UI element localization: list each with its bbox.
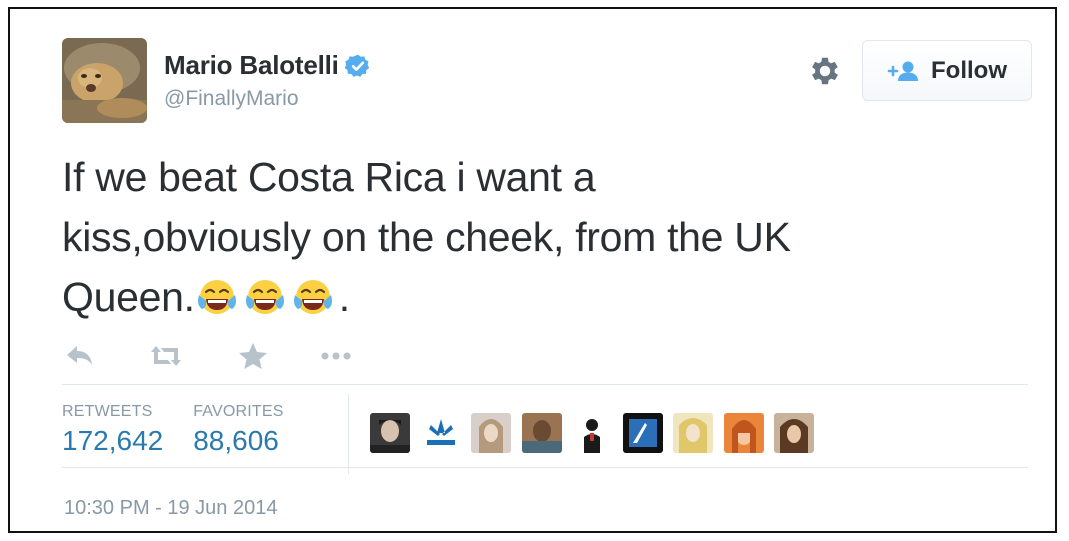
favoriter-avatar[interactable] — [521, 413, 562, 453]
favoriter-avatar[interactable] — [420, 413, 461, 453]
follow-label: Follow — [931, 56, 1007, 84]
divider — [62, 384, 1028, 385]
favorite-star-icon[interactable] — [238, 342, 268, 370]
verified-badge-icon — [344, 54, 369, 77]
tears-of-joy-emoji-icon — [197, 280, 236, 314]
favoriter-avatar[interactable] — [471, 413, 511, 453]
favoriter-avatar[interactable] — [572, 413, 612, 453]
tweet-actions — [64, 342, 352, 370]
favoriter-avatar[interactable] — [622, 413, 663, 453]
tweet-timestamp[interactable]: 10:30 PM - 19 Jun 2014 — [64, 497, 277, 520]
tweet-line: If we beat Costa Rica i want a — [62, 154, 596, 200]
author-block: Mario Balotelli @FinallyMario — [164, 50, 371, 111]
retweets-count: 172,642 — [62, 425, 164, 456]
tears-of-joy-emoji-icon — [245, 280, 284, 314]
retweet-icon[interactable] — [146, 342, 186, 370]
add-user-icon — [887, 61, 918, 81]
tears-of-joy-emoji-icon — [293, 280, 332, 314]
gear-icon[interactable] — [807, 53, 843, 89]
tweet-stats: RETWEETS 172,642 FAVORITES 88,606 — [62, 403, 314, 457]
favorites-label: FAVORITES — [193, 403, 284, 420]
avatar[interactable] — [62, 38, 147, 123]
tweet-line: Queen. — [62, 274, 195, 320]
tweet-trailing: . — [338, 274, 350, 320]
favoriter-avatar[interactable] — [774, 413, 814, 453]
retweets-stat[interactable]: RETWEETS 172,642 — [62, 403, 163, 457]
tweet-line-last: Queen. . — [62, 267, 1012, 327]
favoriter-avatars — [370, 413, 825, 453]
author-name[interactable]: Mario Balotelli — [164, 50, 339, 81]
favoriter-avatar[interactable] — [723, 413, 764, 453]
favoriter-avatar[interactable] — [673, 413, 713, 453]
favorites-stat[interactable]: FAVORITES 88,606 — [193, 403, 283, 457]
stats-separator — [348, 394, 349, 474]
follow-button[interactable]: Follow — [862, 40, 1032, 101]
divider — [62, 467, 1028, 468]
tweet-text: If we beat Costa Rica i want a kiss,obvi… — [62, 147, 1012, 327]
reply-icon[interactable] — [64, 342, 96, 370]
tweet-line: kiss,obviously on the cheek, from the UK — [62, 214, 791, 260]
favorites-count: 88,606 — [193, 425, 279, 456]
retweets-label: RETWEETS — [62, 403, 153, 420]
tweet-card: Mario Balotelli @FinallyMario Follow If … — [8, 7, 1057, 533]
favoriter-avatar[interactable] — [370, 413, 410, 453]
more-icon[interactable] — [320, 350, 352, 362]
author-handle[interactable]: @FinallyMario — [164, 87, 371, 111]
